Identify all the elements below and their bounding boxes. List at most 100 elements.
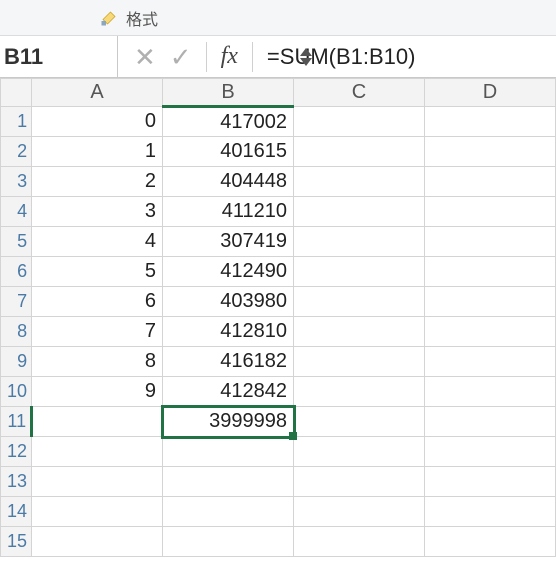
cell-A10[interactable]: 9 (32, 377, 163, 407)
row-header[interactable]: 11 (1, 407, 32, 437)
cell-B12[interactable] (163, 437, 294, 467)
row-header[interactable]: 4 (1, 197, 32, 227)
name-box[interactable] (0, 36, 118, 77)
cell-C6[interactable] (294, 257, 425, 287)
cell-A7[interactable]: 6 (32, 287, 163, 317)
cell-B7[interactable]: 403980 (163, 287, 294, 317)
row-header[interactable]: 12 (1, 437, 32, 467)
cell-B9[interactable]: 416182 (163, 347, 294, 377)
cell-D7[interactable] (424, 287, 555, 317)
cell-D4[interactable] (424, 197, 555, 227)
cell-C4[interactable] (294, 197, 425, 227)
cell-C8[interactable] (294, 317, 425, 347)
table-row: 87412810 (1, 317, 556, 347)
cell-B6[interactable]: 412490 (163, 257, 294, 287)
cell-A9[interactable]: 8 (32, 347, 163, 377)
table-row: 13 (1, 467, 556, 497)
row-header[interactable]: 6 (1, 257, 32, 287)
row-header[interactable]: 7 (1, 287, 32, 317)
cell-D13[interactable] (424, 467, 555, 497)
cell-C10[interactable] (294, 377, 425, 407)
row-header[interactable]: 15 (1, 527, 32, 557)
cell-reference-input[interactable] (0, 36, 300, 77)
cell-C9[interactable] (294, 347, 425, 377)
cell-A14[interactable] (32, 497, 163, 527)
cell-A3[interactable]: 2 (32, 167, 163, 197)
cell-B11[interactable]: 3999998 (163, 407, 294, 437)
chevron-up-icon[interactable] (300, 48, 312, 56)
format-brush-icon[interactable] (100, 9, 118, 27)
cell-D11[interactable] (424, 407, 555, 437)
cell-C3[interactable] (294, 167, 425, 197)
row-header[interactable]: 2 (1, 137, 32, 167)
cell-A5[interactable]: 4 (32, 227, 163, 257)
row-header[interactable]: 14 (1, 497, 32, 527)
cell-B3[interactable]: 404448 (163, 167, 294, 197)
cell-D3[interactable] (424, 167, 555, 197)
col-header-A[interactable]: A (32, 79, 163, 107)
cell-A13[interactable] (32, 467, 163, 497)
cell-A1[interactable]: 0 (32, 107, 163, 137)
row-header[interactable]: 8 (1, 317, 32, 347)
cell-A15[interactable] (32, 527, 163, 557)
row-header[interactable]: 9 (1, 347, 32, 377)
table-row: 11 3999998 (1, 407, 556, 437)
cell-B1[interactable]: 417002 (163, 107, 294, 137)
cell-D14[interactable] (424, 497, 555, 527)
chevron-down-icon[interactable] (300, 58, 312, 66)
ribbon: 格式 (0, 0, 556, 36)
cell-C1[interactable] (294, 107, 425, 137)
cell-D8[interactable] (424, 317, 555, 347)
cell-D2[interactable] (424, 137, 555, 167)
table-row: 43411210 (1, 197, 556, 227)
table-row: 76403980 (1, 287, 556, 317)
cell-A4[interactable]: 3 (32, 197, 163, 227)
cell-C7[interactable] (294, 287, 425, 317)
table-row: 109412842 (1, 377, 556, 407)
cell-D6[interactable] (424, 257, 555, 287)
cell-B8[interactable]: 412810 (163, 317, 294, 347)
cell-C12[interactable] (294, 437, 425, 467)
table-row: 32404448 (1, 167, 556, 197)
name-box-spinner[interactable] (300, 48, 312, 66)
cell-D12[interactable] (424, 437, 555, 467)
cell-A12[interactable] (32, 437, 163, 467)
cell-B5[interactable]: 307419 (163, 227, 294, 257)
row-header[interactable]: 3 (1, 167, 32, 197)
cell-C11[interactable] (294, 407, 425, 437)
cell-B14[interactable] (163, 497, 294, 527)
row-header[interactable]: 1 (1, 107, 32, 137)
spreadsheet-grid[interactable]: A B C D 10417002214016153240444843411210… (0, 78, 556, 557)
cell-D9[interactable] (424, 347, 555, 377)
format-label[interactable]: 格式 (126, 6, 158, 30)
table-row: 15 (1, 527, 556, 557)
cell-C2[interactable] (294, 137, 425, 167)
row-header[interactable]: 10 (1, 377, 32, 407)
col-header-B[interactable]: B (163, 79, 294, 107)
cell-B10[interactable]: 412842 (163, 377, 294, 407)
cell-A8[interactable]: 7 (32, 317, 163, 347)
cell-C15[interactable] (294, 527, 425, 557)
cell-B15[interactable] (163, 527, 294, 557)
cell-D15[interactable] (424, 527, 555, 557)
cell-D1[interactable] (424, 107, 555, 137)
cell-A6[interactable]: 5 (32, 257, 163, 287)
cell-A2[interactable]: 1 (32, 137, 163, 167)
table-row: 14 (1, 497, 556, 527)
cell-D10[interactable] (424, 377, 555, 407)
row-header[interactable]: 5 (1, 227, 32, 257)
cell-B2[interactable]: 401615 (163, 137, 294, 167)
cell-B13[interactable] (163, 467, 294, 497)
col-header-D[interactable]: D (424, 79, 555, 107)
cell-C5[interactable] (294, 227, 425, 257)
cell-A11[interactable] (32, 407, 163, 437)
table-row: 54307419 (1, 227, 556, 257)
table-row: 98416182 (1, 347, 556, 377)
cell-C14[interactable] (294, 497, 425, 527)
cell-B4[interactable]: 411210 (163, 197, 294, 227)
col-header-C[interactable]: C (294, 79, 425, 107)
select-all-corner[interactable] (1, 79, 32, 107)
cell-D5[interactable] (424, 227, 555, 257)
cell-C13[interactable] (294, 467, 425, 497)
row-header[interactable]: 13 (1, 467, 32, 497)
